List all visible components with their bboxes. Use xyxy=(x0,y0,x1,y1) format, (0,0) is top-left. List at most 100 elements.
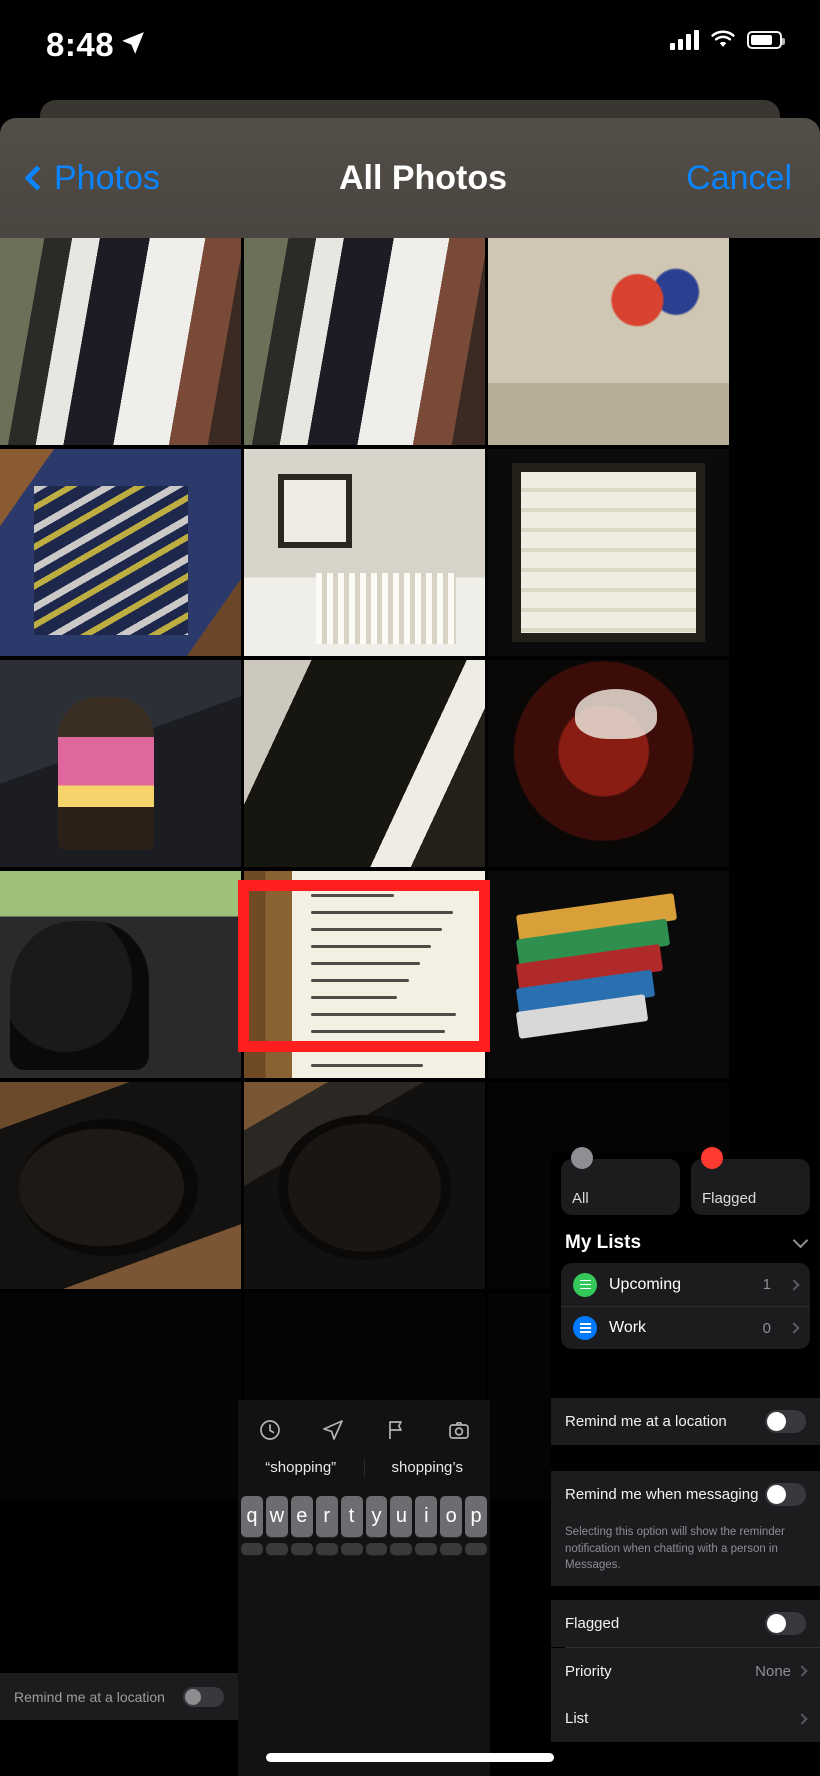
remind-at-location-toggle-background[interactable] xyxy=(183,1686,224,1707)
list-item-work[interactable]: Work 0 xyxy=(561,1306,810,1349)
remind-when-messaging-toggle[interactable] xyxy=(765,1482,806,1506)
chevron-right-icon xyxy=(796,1712,808,1725)
setting-remind-when-messaging[interactable]: Remind me when messaging xyxy=(551,1470,820,1518)
sheet-navigation-bar: Photos All Photos Cancel xyxy=(0,118,820,238)
suggestion-0[interactable]: “shopping” xyxy=(238,1459,364,1476)
key-row2-9[interactable] xyxy=(465,1543,488,1555)
photo-doorway-2[interactable] xyxy=(244,238,485,445)
chevron-right-icon xyxy=(788,1278,800,1291)
key-row2-2[interactable] xyxy=(290,1543,313,1555)
smart-list-flagged[interactable]: Flagged xyxy=(691,1147,810,1215)
keyboard-accessory-bar xyxy=(238,1400,490,1446)
flag-icon[interactable] xyxy=(384,1418,408,1442)
list-item-upcoming[interactable]: Upcoming 1 xyxy=(561,1263,810,1306)
photo-lizard-model[interactable] xyxy=(488,660,729,867)
photo-thumbnail xyxy=(244,449,485,656)
photo-thumbnail xyxy=(244,871,485,1078)
key-row2-8[interactable] xyxy=(440,1543,463,1555)
clock-icon[interactable] xyxy=(258,1418,282,1442)
photo-dog-on-bed-2[interactable] xyxy=(244,1082,485,1289)
key-e[interactable]: e xyxy=(290,1496,313,1537)
photo-thumbnail xyxy=(0,449,241,656)
key-t[interactable]: t xyxy=(340,1496,363,1537)
location-arrow-icon[interactable] xyxy=(321,1418,345,1442)
status-bar-time: 8:48 xyxy=(46,26,115,63)
key-i[interactable]: i xyxy=(415,1496,438,1537)
photo-book-stack[interactable] xyxy=(488,871,729,1078)
suggestion-1[interactable]: shopping’s xyxy=(363,1458,491,1476)
list-item-count: 0 xyxy=(762,1319,771,1337)
key-p[interactable]: p xyxy=(465,1496,488,1537)
home-indicator xyxy=(266,1753,554,1762)
smart-lists-row: All Flagged xyxy=(551,1147,820,1215)
photo-thumbnail xyxy=(0,1293,241,1500)
reminder-detail-settings: Remind me at a location Remind me when m… xyxy=(551,1371,820,1776)
photo-thumbnail xyxy=(488,238,729,445)
key-q[interactable]: q xyxy=(241,1496,263,1537)
back-button-label: Photos xyxy=(54,158,160,197)
my-lists-title: My Lists xyxy=(565,1232,642,1253)
key-o[interactable]: o xyxy=(440,1496,463,1537)
background-remind-at-location-row[interactable]: Remind me at a location xyxy=(0,1673,238,1720)
photo-nursery-crib[interactable] xyxy=(244,449,485,656)
list-icon xyxy=(573,1272,597,1297)
key-row2-0[interactable] xyxy=(241,1543,263,1555)
setting-flagged[interactable]: Flagged xyxy=(551,1600,820,1647)
photo-thumbnail xyxy=(244,660,485,867)
cellular-signal-icon xyxy=(670,30,699,50)
key-row2-7[interactable] xyxy=(415,1543,438,1555)
messaging-help-text: Selecting this option will show the remi… xyxy=(551,1517,820,1586)
photo-dog-doorway[interactable] xyxy=(244,660,485,867)
key-row2-5[interactable] xyxy=(365,1543,388,1555)
photo-thumbnail xyxy=(0,238,241,445)
photo-dog-on-bed-1[interactable] xyxy=(0,1082,241,1289)
status-bar-indicators xyxy=(670,30,785,50)
settings-footer-gap xyxy=(551,1742,820,1776)
setting-remind-at-location[interactable]: Remind me at a location xyxy=(551,1397,820,1445)
photo-bird-rug[interactable] xyxy=(0,449,241,656)
key-w[interactable]: w xyxy=(265,1496,288,1537)
photo-dog-in-car[interactable] xyxy=(0,871,241,1078)
photo-thumbnail xyxy=(0,871,241,1078)
photo-beer-bottle[interactable] xyxy=(0,660,241,867)
photo-handwritten-shopping-list[interactable] xyxy=(244,871,485,1078)
key-y[interactable]: y xyxy=(365,1496,388,1537)
list-item-label: Upcoming xyxy=(609,1275,682,1293)
my-lists-header[interactable]: My Lists xyxy=(551,1215,820,1263)
status-bar: 8:48 xyxy=(0,0,820,96)
key-row2-1[interactable] xyxy=(265,1543,288,1555)
photo-empty-2[interactable] xyxy=(0,1293,241,1500)
priority-value: None xyxy=(755,1662,791,1680)
flagged-list-icon xyxy=(701,1147,723,1169)
key-u[interactable]: u xyxy=(390,1496,413,1537)
smart-list-all[interactable]: All xyxy=(561,1147,680,1215)
settings-gap xyxy=(551,1444,820,1471)
photo-thumbnail xyxy=(488,449,729,656)
keyboard-row-1: qwertyuiop xyxy=(238,1488,490,1537)
setting-label: Remind me when messaging xyxy=(565,1485,759,1503)
handwriting-strokes xyxy=(311,893,470,1078)
key-row2-3[interactable] xyxy=(315,1543,338,1555)
keyboard-area: “shopping” shopping’s qwertyuiop xyxy=(238,1400,490,1776)
cancel-button[interactable]: Cancel xyxy=(686,159,792,198)
photo-insect-poster[interactable] xyxy=(488,449,729,656)
list-value-group xyxy=(791,1712,808,1725)
chevron-down-icon[interactable] xyxy=(792,1232,809,1249)
key-row2-6[interactable] xyxy=(390,1543,413,1555)
remind-at-location-toggle[interactable] xyxy=(765,1409,806,1433)
photo-thumbnail xyxy=(0,660,241,867)
back-to-photos-button[interactable]: Photos xyxy=(24,158,160,198)
setting-priority[interactable]: Priority None xyxy=(551,1647,820,1695)
chevron-right-icon xyxy=(796,1665,808,1677)
flagged-toggle[interactable] xyxy=(765,1612,806,1635)
priority-value-group: None xyxy=(755,1662,808,1680)
photo-thumbnail xyxy=(244,238,485,445)
setting-label: Remind me at a location xyxy=(14,1688,165,1705)
reminders-panel: All Flagged My Lists Upcoming 1 Work 0 R… xyxy=(551,1147,820,1776)
photo-south-philly-shirt[interactable] xyxy=(488,238,729,445)
camera-icon[interactable] xyxy=(447,1418,471,1442)
photo-doorway-1[interactable] xyxy=(0,238,241,445)
key-row2-4[interactable] xyxy=(340,1543,363,1555)
key-r[interactable]: r xyxy=(315,1496,338,1537)
setting-list[interactable]: List xyxy=(551,1695,820,1742)
